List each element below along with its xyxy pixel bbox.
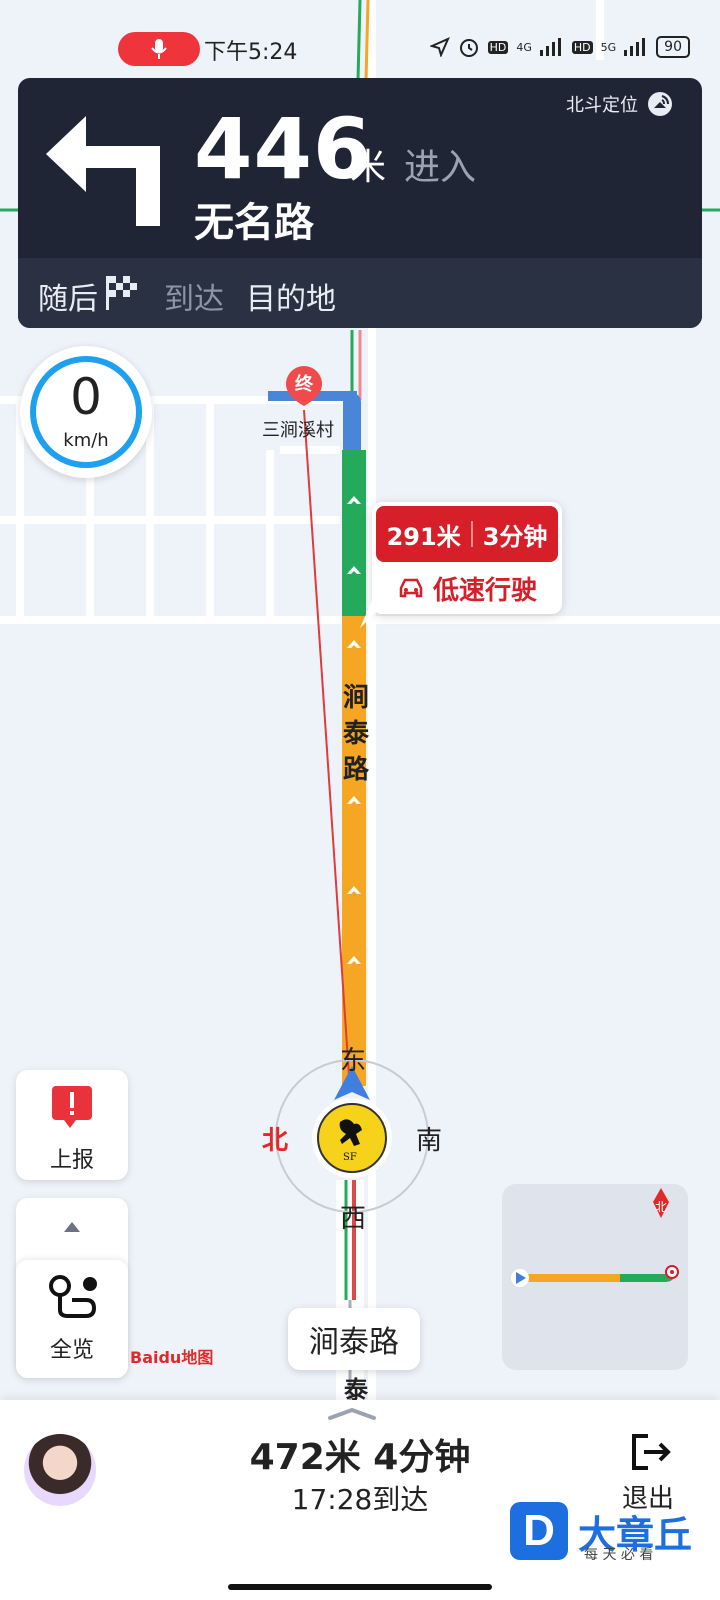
trip-summary: 472米 4分钟 [249, 1437, 471, 1478]
location-arrow-icon [429, 37, 450, 57]
minimap[interactable]: 北 [502, 1184, 688, 1370]
speed-value: 0 [70, 368, 102, 426]
positioning-label: 北斗定位 [566, 95, 638, 116]
net-type-1: 4G [516, 40, 532, 54]
watermark-logo-icon: D [510, 1502, 568, 1560]
street-name-char: 涧 [342, 683, 369, 713]
svg-text:SF: SF [343, 1152, 357, 1163]
route-overview-icon [49, 1275, 97, 1318]
maneuver-road: 无名路 [194, 200, 314, 246]
destination-marker-label: 终 [295, 374, 313, 395]
turn-left-icon [46, 116, 160, 226]
current-road-label: 涧泰路 [288, 1308, 420, 1370]
compass-south: 南 [416, 1126, 443, 1156]
hd-icon: HD [487, 40, 509, 54]
divider [470, 521, 473, 547]
report-label: 上报 [49, 1148, 94, 1173]
alarm-icon [459, 39, 478, 57]
chevron-up-icon [64, 1222, 80, 1232]
signal-icon [624, 38, 646, 56]
traffic-distance: 291米 [386, 522, 461, 551]
traffic-status: 低速行驶 [432, 575, 537, 606]
traffic-status-row: 低速行驶 [372, 564, 562, 612]
speed-unit: km/h [63, 430, 109, 451]
traffic-time: 3分钟 [482, 522, 548, 551]
watermark-tagline: 每 天 必 看 [584, 1547, 654, 1563]
compass-west: 西 [340, 1204, 367, 1234]
destination-name: 三涧溪村 [262, 420, 334, 441]
battery-icon: 90 [656, 36, 690, 58]
expand-up-button[interactable] [16, 1198, 128, 1258]
street-name-char: 泰 [342, 719, 369, 749]
maneuver-distance: 446 [194, 100, 373, 198]
speedometer: 0 km/h [20, 346, 152, 478]
next-action: 到达 [164, 282, 224, 317]
status-icons: HD 4G HD 5G 90 [429, 36, 690, 58]
satellite-icon [648, 92, 672, 116]
minimap-north-label: 北 [654, 1200, 667, 1214]
net-type-2: 5G [600, 40, 617, 54]
report-button[interactable]: 上报 [16, 1070, 128, 1180]
status-time: 下午5:24 [204, 40, 298, 65]
traffic-bubble-header: 291米 3分钟 [376, 506, 558, 562]
watermark: D 大章丘 每 天 必 看 [510, 1502, 720, 1600]
trip-eta: 17:28到达 [291, 1483, 429, 1516]
assistant-avatar[interactable] [24, 1434, 96, 1506]
collapse-handle[interactable] [322, 1404, 382, 1424]
compass-east: 东 [340, 1046, 367, 1076]
destination-marker[interactable]: 终 [282, 364, 326, 408]
signal-icon [539, 38, 561, 56]
maneuver-distance-unit: 米 [350, 147, 387, 188]
hd-icon: HD [571, 40, 593, 54]
next-maneuver-bar: 随后 到达 目的地 [18, 258, 702, 328]
baidu-logo: Baidu地图 [130, 1348, 214, 1367]
next-prefix: 随后 [38, 282, 98, 317]
street-name-char: 路 [342, 755, 369, 785]
finish-flag-icon [106, 276, 137, 310]
overview-label: 全览 [49, 1338, 94, 1363]
compass-north: 北 [262, 1126, 289, 1156]
overview-button[interactable]: 全览 [16, 1260, 128, 1378]
bubble-pointer [360, 596, 392, 628]
car-slow-icon [399, 578, 423, 598]
home-indicator[interactable] [228, 1584, 492, 1590]
maneuver-action: 进入 [404, 147, 477, 188]
exit-icon [632, 1434, 671, 1470]
positioning-status: 北斗定位 [566, 90, 674, 118]
voice-mic-button[interactable] [118, 32, 200, 66]
microphone-icon [151, 39, 167, 59]
nav-instruction-card[interactable]: 446 米 进入 无名路 北斗定位 随后 到达 目的地 [18, 78, 702, 328]
traffic-bubble[interactable]: 291米 3分钟 低速行驶 [372, 502, 562, 614]
alert-icon [52, 1086, 92, 1128]
overview-panel: 全览 [16, 1198, 128, 1378]
next-target: 目的地 [246, 282, 336, 317]
